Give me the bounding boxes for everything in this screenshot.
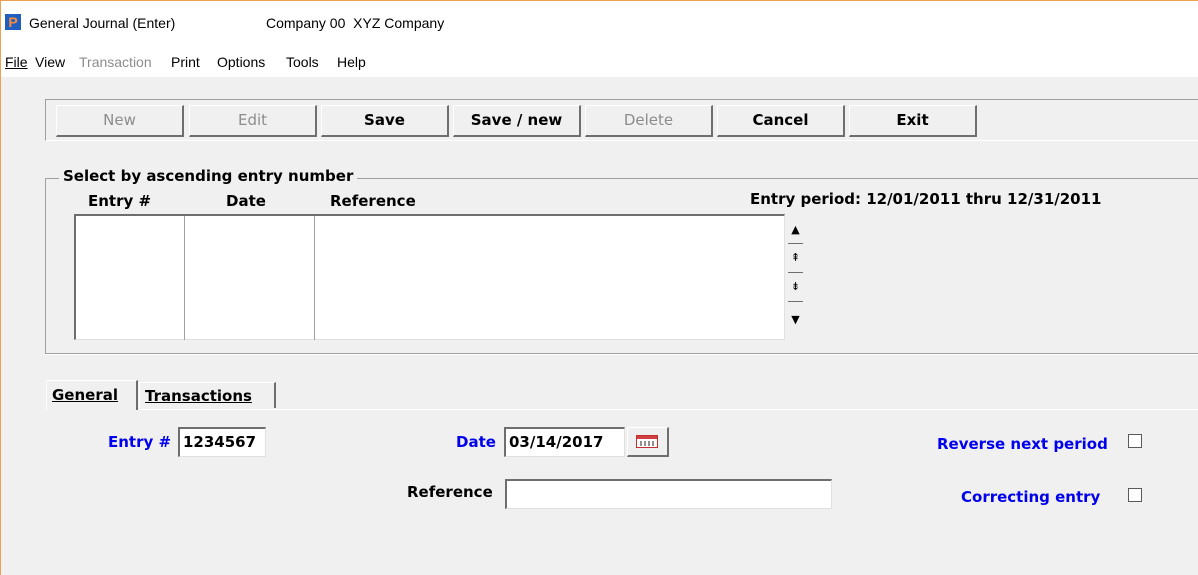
delete-button[interactable]: Delete xyxy=(585,105,713,137)
general-journal-window: P General Journal (Enter) Company 00 XYZ… xyxy=(0,0,1198,575)
exit-button[interactable]: Exit xyxy=(849,105,977,137)
menu-view[interactable]: View xyxy=(35,53,65,71)
reverse-next-period-label: Reverse next period xyxy=(937,435,1108,453)
scroll-divider xyxy=(788,301,803,302)
edit-button-label: Edit xyxy=(237,111,268,129)
menu-file[interactable]: File xyxy=(5,53,28,71)
menu-options[interactable]: Options xyxy=(217,53,265,71)
correcting-entry-label: Correcting entry xyxy=(961,488,1101,506)
column-header-reference[interactable]: Reference xyxy=(330,192,416,210)
scroll-down-icon[interactable]: ▼ xyxy=(786,307,805,333)
tab-general[interactable]: General xyxy=(46,380,138,410)
menu-tools[interactable]: Tools xyxy=(286,53,319,71)
save-button[interactable]: Save xyxy=(321,105,449,137)
scroll-divider xyxy=(788,272,803,273)
entry-list[interactable] xyxy=(74,214,785,340)
company-name: Company 00 XYZ Company xyxy=(266,15,445,31)
select-group-border-left xyxy=(45,178,46,353)
entry-number-label: Entry # xyxy=(108,433,172,451)
select-group-title: Select by ascending entry number xyxy=(59,167,358,185)
column-header-date[interactable]: Date xyxy=(226,192,266,210)
entry-period-text: Entry period: 12/01/2011 thru 12/31/2011 xyxy=(750,190,1102,208)
tab-general-label: General xyxy=(52,386,118,404)
menu-bar: File View Transaction Print Options Tool… xyxy=(1,45,1198,77)
page-up-icon[interactable]: ⇞ xyxy=(786,246,805,272)
save-button-label: Save xyxy=(364,111,405,129)
menu-transaction[interactable]: Transaction xyxy=(79,53,152,71)
new-button[interactable]: New xyxy=(56,105,184,137)
reverse-next-period-checkbox[interactable] xyxy=(1128,434,1142,448)
tab-transactions[interactable]: Transactions xyxy=(139,382,276,408)
app-logo-icon: P xyxy=(5,14,21,30)
menu-view-label: View xyxy=(35,54,66,70)
page-down-icon[interactable]: ⇟ xyxy=(786,275,805,301)
select-group-border-bottom xyxy=(45,353,1198,355)
menu-tools-label: Tools xyxy=(286,54,319,70)
entry-number-field[interactable]: 1234567 xyxy=(178,427,266,457)
new-button-label: New xyxy=(103,111,136,129)
edit-button[interactable]: Edit xyxy=(189,105,317,137)
date-field[interactable]: 03/14/2017 xyxy=(504,427,625,457)
menu-transaction-label: Transaction xyxy=(79,54,152,70)
scroll-up-icon[interactable]: ▲ xyxy=(786,217,805,243)
cancel-button-label: Cancel xyxy=(752,111,809,129)
delete-button-label: Delete xyxy=(623,111,674,129)
menu-options-label: Options xyxy=(217,54,266,70)
menu-print[interactable]: Print xyxy=(171,53,200,71)
column-header-entry[interactable]: Entry # xyxy=(88,192,151,210)
calendar-button[interactable] xyxy=(627,427,669,457)
scroll-divider xyxy=(788,243,803,244)
cancel-button[interactable]: Cancel xyxy=(717,105,845,137)
reference-label: Reference xyxy=(407,483,493,501)
exit-button-label: Exit xyxy=(896,111,929,129)
correcting-entry-checkbox[interactable] xyxy=(1128,488,1142,502)
menu-help[interactable]: Help xyxy=(337,53,366,71)
tab-panel-border xyxy=(138,409,1198,410)
title-bar: P General Journal (Enter) Company 00 XYZ… xyxy=(1,1,1198,45)
reference-field[interactable] xyxy=(505,479,832,509)
menu-help-label: Help xyxy=(337,54,366,70)
menu-print-label: Print xyxy=(171,54,200,70)
menu-file-label: File xyxy=(5,54,28,70)
list-column-divider xyxy=(314,216,315,340)
window-title: General Journal (Enter) xyxy=(29,15,176,31)
date-label: Date xyxy=(456,433,496,451)
calendar-icon xyxy=(636,435,658,448)
save-new-button[interactable]: Save / new xyxy=(453,105,581,137)
list-column-divider xyxy=(184,216,185,340)
tab-transactions-label: Transactions xyxy=(145,387,252,405)
save-new-button-label: Save / new xyxy=(470,111,563,129)
